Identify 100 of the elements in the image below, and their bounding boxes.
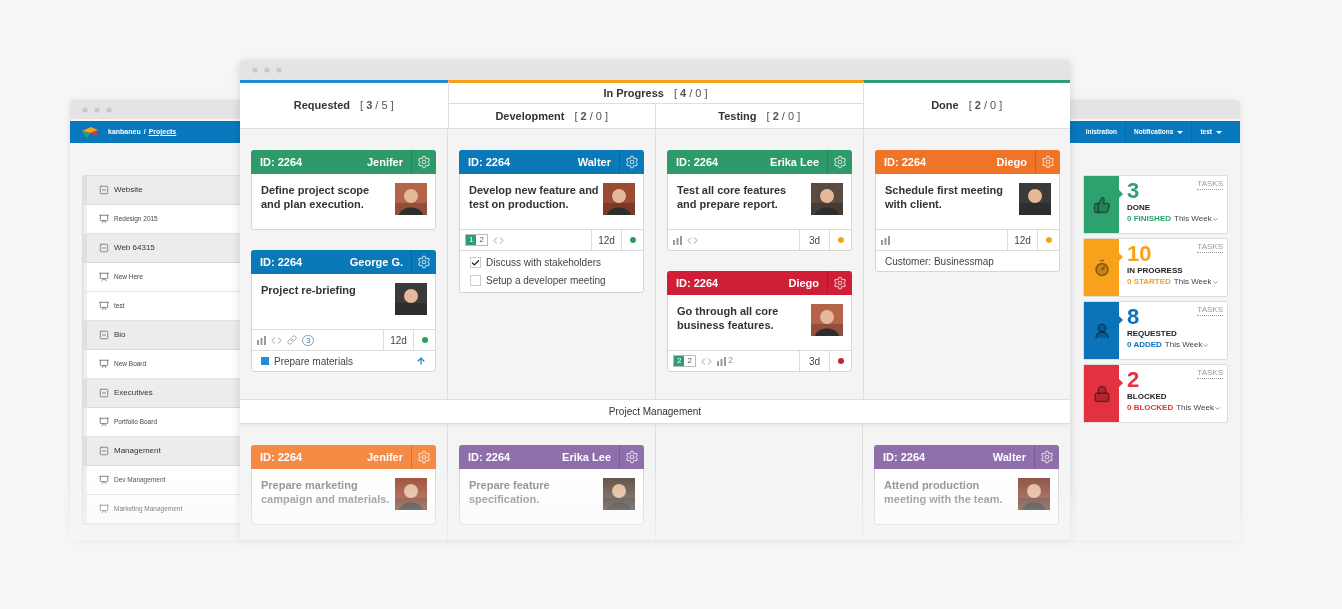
- subtask-checkbox[interactable]: [470, 275, 481, 286]
- board-icon: [99, 417, 109, 427]
- card-owner: Jenifer: [366, 154, 404, 170]
- column-title: Development: [495, 108, 565, 124]
- linked-card-title[interactable]: Prepare materials: [274, 353, 353, 369]
- subtask-label: Discuss with stakeholders: [486, 256, 602, 270]
- stat-number: 2: [1127, 368, 1140, 391]
- swimlane-title: Project Management: [608, 405, 702, 419]
- card-owner: Jenifer: [366, 449, 404, 465]
- period-dropdown[interactable]: This Week: [1164, 340, 1210, 350]
- code-icon: [687, 234, 698, 246]
- project-group-label: Bio: [114, 329, 126, 341]
- settings-icon[interactable]: [417, 255, 431, 269]
- column-title: Testing: [718, 108, 757, 124]
- card-owner: Erika Lee: [770, 154, 820, 170]
- parent-arrow-icon: [416, 356, 426, 366]
- period-dropdown[interactable]: This Week: [1174, 214, 1219, 224]
- project-group-label: Web 64315: [114, 242, 155, 254]
- card-title: Go through all core business features.: [677, 304, 780, 333]
- task-card[interactable]: ID: 2264 Jenifer Define project scope and plan execution.: [251, 150, 436, 230]
- timer-icon: [1092, 258, 1111, 277]
- project-group-row[interactable]: Web 64315: [83, 234, 240, 263]
- task-card[interactable]: ID: 2264 Diego Go through all core business features. 2 2 2 3d: [667, 271, 852, 372]
- settings-icon[interactable]: [625, 155, 639, 169]
- card-title: Project re-briefing: [261, 283, 356, 298]
- card-title: Prepare marketing campaign and materials.: [261, 478, 391, 507]
- card-id: ID: 2264: [467, 154, 511, 170]
- stat-number: 10: [1127, 242, 1152, 265]
- stat-label: BLOCKED: [1127, 391, 1167, 402]
- task-card[interactable]: ID: 2264 Erika Lee Test all core features and prepare report. 3d: [667, 150, 852, 251]
- caret-icon: [1202, 341, 1210, 349]
- column-count: [ 3 / 5 ]: [360, 98, 394, 114]
- settings-icon[interactable]: [1041, 155, 1055, 169]
- card-id: ID: 2264: [259, 449, 303, 465]
- task-card[interactable]: ID: 2264 Walter Attend production meeting with the team.: [874, 445, 1059, 525]
- task-card[interactable]: ID: 2264 Diego Schedule first meeting with client. 12d Customer: Businessmap: [875, 150, 1060, 272]
- collapse-icon[interactable]: [99, 243, 109, 253]
- board-icon: [99, 359, 109, 369]
- board-icon: [99, 504, 109, 514]
- collapse-icon[interactable]: [99, 388, 109, 398]
- bar-chart-icon: [881, 235, 890, 245]
- settings-icon[interactable]: [833, 276, 847, 290]
- thumb-icon: [1092, 195, 1111, 214]
- caret-icon: [1211, 278, 1219, 286]
- period-dropdown[interactable]: This Week: [1173, 277, 1219, 287]
- column-count: [ 4 / 0 ]: [673, 85, 708, 101]
- column-count: [ 2 / 0 ]: [766, 108, 801, 124]
- board-icon: [99, 475, 109, 485]
- card-title: Schedule first meeting with client.: [885, 183, 1004, 212]
- card-id: ID: 2264: [675, 154, 719, 170]
- bar-chart-icon: [257, 335, 266, 345]
- project-group-row[interactable]: Executives: [83, 379, 240, 408]
- caret-icon: [1211, 215, 1219, 223]
- card-title: Attend production meeting with the team.: [884, 478, 1004, 507]
- card-title: Prepare feature specification.: [469, 478, 551, 507]
- subtask-done-count: 2: [674, 356, 685, 366]
- settings-icon[interactable]: [833, 155, 847, 169]
- task-card[interactable]: ID: 2264 Walter Develop new feature and test on production. 1 2 12d Discuss with stakeholders Setup a developer meeting: [459, 150, 644, 293]
- column-count: [ 2 / 0 ]: [968, 98, 1003, 114]
- stat-label: REQUESTED: [1127, 328, 1177, 339]
- stat-delta: 0 STARTED: [1127, 277, 1171, 287]
- project-group-row[interactable]: Bio: [83, 321, 240, 350]
- board-icon: [99, 214, 109, 224]
- days-in-column: 3d: [799, 351, 829, 371]
- task-card[interactable]: ID: 2264 George G. Project re-briefing 3 12d Prepare materials: [251, 250, 436, 372]
- caret-icon: [1213, 404, 1221, 412]
- project-group-label: Website: [114, 184, 143, 196]
- settings-icon[interactable]: [417, 155, 431, 169]
- collapse-icon[interactable]: [99, 330, 109, 340]
- stat-label: IN PROGRESS: [1127, 265, 1183, 276]
- settings-icon[interactable]: [1040, 450, 1054, 464]
- project-group-label: Executives: [114, 387, 153, 399]
- card-id: ID: 2264: [675, 275, 719, 291]
- days-in-column: 3d: [799, 230, 829, 250]
- project-group-row[interactable]: Management: [83, 437, 240, 466]
- settings-icon[interactable]: [417, 450, 431, 464]
- card-title: Define project scope and plan execution.: [261, 183, 371, 212]
- card-owner: Diego: [996, 154, 1028, 170]
- days-in-column: 12d: [383, 330, 413, 350]
- task-card[interactable]: ID: 2264 Erika Lee Prepare feature specification.: [459, 445, 644, 525]
- period-dropdown[interactable]: This Week: [1176, 403, 1221, 413]
- bar-chart-icon: [716, 356, 726, 366]
- collapse-icon[interactable]: [99, 185, 109, 195]
- swimlane-header[interactable]: Project Management: [240, 399, 1070, 424]
- bar-count: 2: [727, 354, 733, 368]
- stat-delta: 0 BLOCKED: [1127, 403, 1174, 413]
- subtask-total-count: 2: [686, 356, 693, 366]
- settings-icon[interactable]: [625, 450, 639, 464]
- lock-icon: [1092, 384, 1111, 403]
- card-owner: Diego: [788, 275, 820, 291]
- code-icon: [492, 234, 504, 246]
- code-icon: [700, 355, 712, 367]
- project-group-label: Management: [114, 445, 161, 457]
- collapse-icon[interactable]: [99, 446, 109, 456]
- subtask-checkbox[interactable]: [470, 257, 481, 268]
- card-title: Test all core features and prepare report.: [677, 183, 788, 212]
- link-icon: [287, 335, 297, 345]
- days-in-column: 12d: [1007, 230, 1037, 250]
- card-id: ID: 2264: [259, 254, 303, 270]
- project-group-row[interactable]: Website: [83, 176, 240, 205]
